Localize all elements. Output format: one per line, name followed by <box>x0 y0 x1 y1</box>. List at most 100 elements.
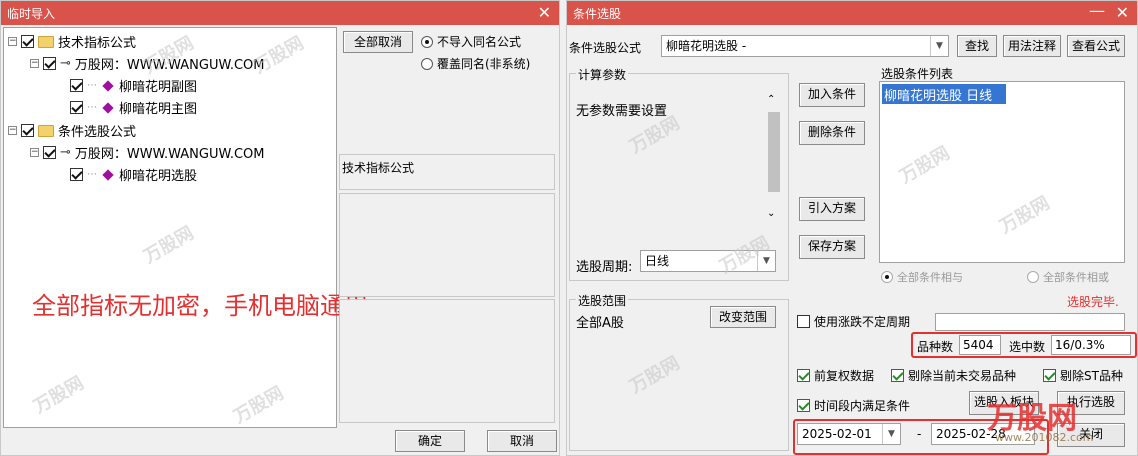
rights-data-checkbox[interactable] <box>797 369 810 382</box>
rights-data-option[interactable]: 前复权数据 <box>797 367 874 384</box>
stock-count-value: 5404 <box>963 338 994 352</box>
formula-icon <box>102 79 114 92</box>
scroll-down-icon[interactable]: ⌄ <box>767 208 775 219</box>
status-text: 选股完毕. <box>1067 295 1119 309</box>
radio-button[interactable] <box>1027 271 1039 283</box>
tree-node-label: 条件选股公式 <box>58 125 137 140</box>
select-titlebar: 条件选股 — ✕ <box>567 1 1137 25</box>
radio-overwrite[interactable]: 覆盖同名(非系统) <box>421 55 530 72</box>
radio-label: 覆盖同名(非系统) <box>437 57 531 71</box>
radio-button[interactable] <box>881 271 893 283</box>
add-condition-button[interactable]: 加入条件 <box>799 83 865 107</box>
tree-node-mainchart[interactable]: ⋯ 柳暗花明主图 <box>70 98 197 117</box>
usage-notes-button[interactable]: 用法注释 <box>1003 35 1061 57</box>
formula-icon-dots: ⋯ <box>87 169 97 180</box>
tree-node-indicators-source[interactable]: − ⊸ 万股网：WWW.WANGUW.COM <box>30 54 264 73</box>
minimize-icon[interactable]: — <box>1089 1 1105 20</box>
tree-checkbox[interactable] <box>70 101 83 114</box>
scroll-up-icon[interactable]: ⌃ <box>767 94 775 105</box>
formula-tree-panel: − 技术指标公式 − ⊸ 万股网：WWW.WANGUW.COM ⋯ 柳暗花明副图… <box>3 27 368 428</box>
radio-label: 全部条件相与 <box>897 271 963 284</box>
range-group: 选股范围 全部A股 改变范围 <box>569 292 789 451</box>
tree-node-selection[interactable]: − 条件选股公式 <box>8 121 136 140</box>
stock-count-field: 5404 <box>959 335 1001 355</box>
option-label: 时间段内满足条件 <box>814 399 911 413</box>
save-plan-button[interactable]: 保存方案 <box>799 235 865 259</box>
collapse-icon[interactable]: − <box>30 59 39 68</box>
import-plan-button[interactable]: 引入方案 <box>799 197 865 221</box>
chevron-down-icon[interactable]: ▼ <box>930 36 948 56</box>
collapse-icon[interactable]: − <box>8 37 17 46</box>
ok-button[interactable]: 确定 <box>395 430 465 452</box>
radio-or[interactable]: 全部条件相或 <box>1027 269 1109 285</box>
tree-checkbox[interactable] <box>70 79 83 92</box>
tree-checkbox[interactable] <box>70 168 83 181</box>
stock-selection-window: 条件选股 — ✕ 条件选股公式 柳暗花明选股 - ▼ 查找 用法注释 查看公式 … <box>566 0 1138 456</box>
option-label: 使用涨跌不定周期 <box>814 315 911 329</box>
radio-label: 不导入同名公式 <box>437 35 522 49</box>
tree-node-subchart[interactable]: ⋯ 柳暗花明副图 <box>70 76 197 95</box>
select-window-title: 条件选股 <box>573 7 622 21</box>
tree-checkbox[interactable] <box>21 124 34 137</box>
params-scrollbar[interactable]: ⌃ ⌄ <box>764 94 782 226</box>
view-formula-button[interactable]: 查看公式 <box>1067 35 1125 57</box>
close-icon[interactable]: ✕ <box>538 3 551 22</box>
use-limit-period-option[interactable]: 使用涨跌不定周期 <box>797 313 910 330</box>
exclude-untraded-option[interactable]: 剔除当前未交易品种 <box>891 367 1016 384</box>
scroll-thumb[interactable] <box>768 112 780 192</box>
exclude-st-option[interactable]: 剔除ST品种 <box>1043 367 1123 384</box>
delete-condition-button[interactable]: 删除条件 <box>799 121 865 145</box>
key-icon: ⊸ <box>60 145 71 160</box>
params-group: 计算参数 无参数需要设置 ⌃ ⌄ 选股周期: 日线 ▼ <box>569 66 789 281</box>
chevron-down-icon[interactable]: ▼ <box>882 424 900 444</box>
formula-icon <box>102 168 114 181</box>
within-period-option[interactable]: 时间段内满足条件 <box>797 397 910 414</box>
promo-overlay-text: 全部指标无加密，手机电脑通用 <box>32 292 368 320</box>
tree-node-label: 万股网：WWW.WANGUW.COM <box>74 58 265 73</box>
collapse-icon[interactable]: − <box>30 148 39 157</box>
find-button[interactable]: 查找 <box>957 35 997 57</box>
date-from-value: 2025-02-01 <box>802 427 872 441</box>
formula-label: 条件选股公式 <box>569 41 642 55</box>
within-period-checkbox[interactable] <box>797 399 810 412</box>
tree-node-selection-source[interactable]: − ⊸ 万股网：WWW.WANGUW.COM <box>30 143 264 162</box>
tree-node-indicators[interactable]: − 技术指标公式 <box>8 32 136 51</box>
tree-checkbox[interactable] <box>43 57 56 70</box>
date-from-select[interactable]: 2025-02-01 ▼ <box>797 423 901 445</box>
period-value: 日线 <box>645 254 670 268</box>
list-item-label: 柳暗花明选股 日线 <box>884 89 993 104</box>
close-icon[interactable]: ✕ <box>1116 3 1129 22</box>
collapse-icon[interactable]: − <box>8 126 17 135</box>
use-limit-period-checkbox[interactable] <box>797 315 810 328</box>
params-caption: 计算参数 <box>576 66 629 83</box>
selected-count-value: 16/0.3% <box>1055 338 1105 352</box>
radio-no-import[interactable]: 不导入同名公式 <box>421 33 521 50</box>
radio-button[interactable] <box>421 35 433 48</box>
chevron-down-icon[interactable]: ▼ <box>757 251 775 271</box>
range-caption: 选股范围 <box>576 292 629 309</box>
exclude-st-checkbox[interactable] <box>1043 369 1056 382</box>
period-select[interactable]: 日线 ▼ <box>640 250 776 272</box>
radio-button[interactable] <box>421 57 433 70</box>
radio-and[interactable]: 全部条件相与 <box>881 269 963 285</box>
tree-node-stockpick[interactable]: ⋯ 柳暗花明选股 <box>70 165 197 184</box>
limit-period-input[interactable] <box>935 313 1125 331</box>
tree-checkbox[interactable] <box>21 35 34 48</box>
list-item[interactable]: 柳暗花明选股 日线 <box>882 84 1006 104</box>
tree-checkbox[interactable] <box>43 146 56 159</box>
selected-count-field: 16/0.3% <box>1051 335 1131 355</box>
exclude-untraded-checkbox[interactable] <box>891 369 904 382</box>
folder-icon <box>38 35 54 48</box>
change-range-button[interactable]: 改变范围 <box>710 306 776 328</box>
cancel-all-button[interactable]: 全部取消 <box>343 31 413 53</box>
option-label: 剔除当前未交易品种 <box>908 369 1017 383</box>
params-text: 无参数需要设置 <box>576 104 668 119</box>
radio-label: 全部条件相或 <box>1043 271 1109 284</box>
import-window-title: 临时导入 <box>7 7 56 21</box>
cancel-button[interactable]: 取消 <box>487 430 557 452</box>
formula-select[interactable]: 柳暗花明选股 - ▼ <box>661 35 949 57</box>
preview-pane-bottom <box>339 299 555 423</box>
tree-node-label: 柳暗花明主图 <box>119 102 198 117</box>
import-titlebar: 临时导入 ✕ <box>1 1 559 25</box>
condition-list[interactable]: 柳暗花明选股 日线 <box>879 81 1125 263</box>
